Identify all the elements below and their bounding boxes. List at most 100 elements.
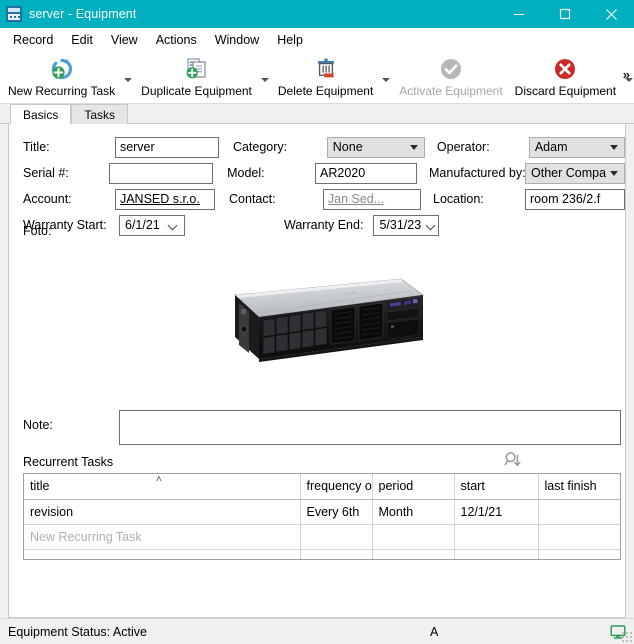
account-value: JANSED s.r.o. — [119, 191, 200, 206]
operator-select[interactable]: Adam — [528, 136, 625, 158]
discard-equipment-button[interactable]: Discard Equipment — [509, 52, 622, 104]
rack-server-photo — [234, 278, 424, 362]
model-input[interactable] — [315, 162, 417, 184]
menu-help[interactable]: Help — [268, 30, 312, 51]
category-label: Category: — [232, 140, 288, 154]
serial-input[interactable] — [109, 162, 214, 184]
new-recurring-task-button[interactable]: New Recurring Task — [2, 52, 121, 104]
empty-cell-frequency — [300, 549, 373, 559]
model-label: Model: — [227, 166, 265, 180]
manufactured-by-select[interactable]: Other Company — [525, 162, 625, 184]
table-row[interactable]: revision Every 6th Month 12/1/21 — [24, 499, 620, 525]
discard-equipment-label: Discard Equipment — [514, 84, 617, 98]
chevron-down-icon — [169, 221, 178, 230]
new-task-start-cell — [454, 524, 539, 550]
chevron-down-icon — [409, 144, 418, 150]
table-row-empty[interactable] — [24, 549, 620, 559]
new-recurring-task-icon — [49, 55, 75, 83]
tab-strip: Basics Tasks — [0, 104, 634, 125]
equipment-app-icon — [6, 6, 22, 22]
cell-period: Month — [372, 499, 455, 525]
activate-equipment-button: Activate Equipment — [393, 52, 508, 104]
account-field[interactable]: JANSED s.r.o. — [114, 188, 216, 210]
note-label: Note: — [23, 418, 53, 432]
empty-cell-last-finish — [538, 549, 620, 559]
chevron-down-icon — [610, 144, 619, 150]
duplicate-equipment-dropdown[interactable] — [258, 52, 272, 104]
warranty-end-value: 5/31/23 — [379, 218, 422, 232]
contact-value: Jan Sed... — [327, 191, 385, 206]
recurrent-tasks-grid[interactable]: title ˄ frequency of period start last f… — [23, 473, 621, 560]
discard-equipment-icon — [552, 55, 578, 83]
operator-value: Adam — [534, 140, 568, 154]
menu-window[interactable]: Window — [206, 30, 268, 51]
activate-equipment-label: Activate Equipment — [399, 84, 503, 98]
column-header-period[interactable]: period — [372, 474, 455, 500]
maximize-icon[interactable] — [542, 0, 588, 28]
toolbar-overflow-button[interactable]: » — [623, 68, 630, 81]
column-header-frequency[interactable]: frequency of — [300, 474, 373, 500]
column-header-start[interactable]: start — [454, 474, 539, 500]
duplicate-equipment-icon — [184, 55, 210, 83]
cell-title: revision — [24, 499, 301, 525]
new-task-placeholder: New Recurring Task — [24, 524, 301, 550]
new-recurring-task-dropdown[interactable] — [121, 52, 135, 104]
minimize-icon[interactable] — [496, 0, 542, 28]
recurrent-tasks-label: Recurrent Tasks — [23, 455, 114, 469]
category-value: None — [332, 140, 363, 154]
resize-grip[interactable] — [622, 632, 632, 642]
operator-label: Operator: — [436, 140, 490, 154]
form-row-account: Account: JANSED s.r.o. Contact: Jan Sed.… — [9, 186, 625, 212]
form-row-warranty: Warranty Start: 6/1/21 Warranty End: 5/3… — [9, 212, 625, 238]
delete-equipment-button[interactable]: Delete Equipment — [272, 52, 379, 104]
menu-record[interactable]: Record — [4, 30, 62, 51]
new-task-last-finish-cell — [538, 524, 620, 550]
column-header-title-label: title — [30, 479, 50, 494]
tab-basics[interactable]: Basics — [10, 104, 72, 125]
location-label: Location: — [433, 192, 484, 206]
cell-last-finish — [538, 499, 620, 525]
warranty-start-value: 6/1/21 — [125, 218, 160, 232]
manufactured-by-label: Manufactured by: — [429, 166, 526, 180]
duplicate-equipment-button[interactable]: Duplicate Equipment — [135, 52, 258, 104]
empty-cell-period — [372, 549, 455, 559]
delete-equipment-icon — [313, 55, 339, 83]
equipment-window: server - Equipment Record Edit View Acti… — [0, 0, 634, 644]
tab-tasks[interactable]: Tasks — [71, 104, 129, 124]
location-input[interactable] — [525, 188, 625, 210]
status-bar: Equipment Status: Active A — [0, 618, 634, 644]
equipment-photo[interactable] — [23, 242, 619, 397]
warranty-end-datepicker[interactable]: 5/31/23 — [373, 214, 440, 236]
new-task-row[interactable]: New Recurring Task — [24, 524, 620, 550]
activate-equipment-icon — [438, 55, 464, 83]
title-input[interactable] — [114, 136, 219, 158]
column-header-last-finish[interactable]: last finish — [538, 474, 620, 500]
note-input[interactable] — [119, 410, 621, 445]
equipment-status-text: Equipment Status: Active — [8, 624, 147, 639]
category-select[interactable]: None — [326, 136, 425, 158]
title-label: Title: — [23, 140, 50, 154]
chevron-down-icon — [610, 170, 618, 176]
menu-edit[interactable]: Edit — [62, 30, 102, 51]
search-down-icon[interactable] — [503, 450, 523, 470]
column-header-title[interactable]: title ˄ — [24, 474, 301, 500]
close-icon[interactable] — [588, 0, 634, 28]
delete-equipment-dropdown[interactable] — [379, 52, 393, 104]
form-row-title: Title: Category: None Operator: Adam — [9, 134, 625, 160]
contact-field[interactable]: Jan Sed... — [322, 188, 422, 210]
window-controls — [496, 0, 634, 28]
window-title: server - Equipment — [29, 7, 137, 21]
menu-actions[interactable]: Actions — [147, 30, 206, 51]
warranty-end-label: Warranty End: — [284, 218, 364, 232]
cell-start: 12/1/21 — [454, 499, 539, 525]
empty-cell-title — [24, 549, 301, 559]
table-header-row: title ˄ frequency of period start last f… — [24, 474, 620, 500]
form-row-serial: Serial #: Model: Manufactured by: Other … — [9, 160, 625, 186]
equipment-form: Title: Category: None Operator: Adam Ser… — [9, 124, 625, 560]
menu-view[interactable]: View — [102, 30, 147, 51]
serial-label: Serial #: — [23, 166, 69, 180]
basics-panel: Title: Category: None Operator: Adam Ser… — [8, 124, 626, 618]
warranty-start-datepicker[interactable]: 6/1/21 — [119, 214, 185, 236]
duplicate-equipment-label: Duplicate Equipment — [141, 84, 252, 98]
recurrent-tasks-table: title ˄ frequency of period start last f… — [24, 474, 620, 559]
